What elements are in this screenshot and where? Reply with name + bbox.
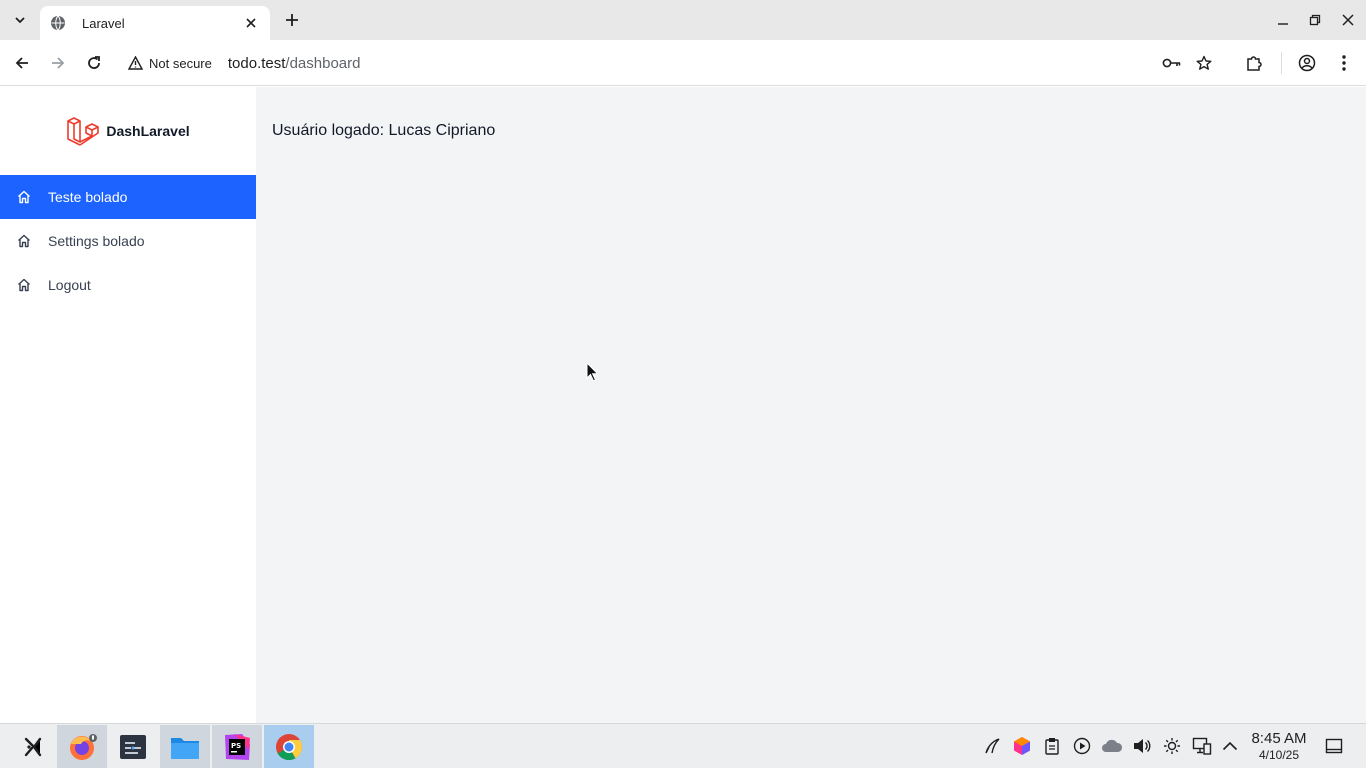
profile-button[interactable] (1293, 49, 1321, 77)
bookmark-button[interactable] (1190, 49, 1218, 77)
security-chip[interactable]: Not secure (120, 49, 220, 77)
show-desktop-icon (1325, 738, 1343, 754)
page-viewport: DashLaravel Teste bolado Settings bolado… (0, 87, 1366, 723)
tray-expand-icon[interactable] (1218, 734, 1242, 758)
star-icon (1196, 55, 1212, 70)
tray-clipboard-icon[interactable] (1040, 734, 1064, 758)
clock-date: 4/10/25 (1258, 748, 1300, 762)
plus-icon (286, 14, 298, 26)
restore-icon (1309, 14, 1321, 26)
taskbar-phpstorm[interactable]: PS (212, 725, 262, 768)
clock-time: 8:45 AM (1251, 730, 1307, 747)
phpstorm-icon: PS (225, 734, 250, 760)
close-icon (1342, 14, 1354, 26)
show-desktop-button[interactable] (1322, 734, 1346, 758)
browser-toolbar: Not secure todo.test/dashboard (0, 40, 1366, 86)
brand-name: DashLaravel (106, 123, 190, 139)
brand[interactable]: DashLaravel (0, 87, 256, 175)
chevron-down-icon (15, 17, 25, 24)
back-button[interactable] (8, 49, 36, 77)
password-key-button[interactable] (1158, 49, 1186, 77)
globe-icon (50, 15, 66, 31)
close-window-button[interactable] (1336, 8, 1360, 32)
sidebar-item-label: Logout (48, 277, 91, 293)
tray-plasma-icon[interactable] (980, 734, 1004, 758)
tray-brightness-icon[interactable] (1160, 734, 1184, 758)
tab-search-button[interactable] (6, 6, 34, 34)
taskbar-chrome[interactable] (264, 725, 314, 768)
sidebar-item-settings-bolado[interactable]: Settings bolado (0, 219, 256, 263)
taskbar: PS 8:45 AM 4/10/25 (0, 723, 1366, 768)
terminal-icon (120, 735, 146, 759)
firefox-icon (70, 734, 97, 760)
key-icon (1162, 58, 1181, 68)
chrome-icon (276, 734, 303, 761)
account-icon (1298, 54, 1316, 72)
sidebar-item-teste-bolado[interactable]: Teste bolado (0, 175, 256, 219)
logged-user-text: Usuário logado: Lucas Cipriano (272, 122, 496, 139)
puzzle-icon (1247, 56, 1262, 71)
tray-media-play-icon[interactable] (1070, 734, 1094, 758)
home-icon (16, 189, 32, 205)
tray-jetbrains-toolbox-icon[interactable] (1010, 734, 1034, 758)
minimize-icon (1278, 23, 1288, 25)
arrow-right-icon (52, 57, 65, 69)
tray-volume-icon[interactable] (1130, 734, 1154, 758)
arrow-left-icon (15, 57, 28, 69)
close-tab-icon[interactable] (242, 14, 260, 32)
sidebar: DashLaravel Teste bolado Settings bolado… (0, 87, 256, 723)
taskbar-files[interactable] (160, 725, 210, 768)
more-vertical-icon (1342, 55, 1346, 71)
address-bar[interactable]: Not secure todo.test/dashboard (120, 45, 1226, 81)
sidebar-item-logout[interactable]: Logout (0, 263, 256, 307)
taskbar-terminal[interactable] (108, 725, 158, 768)
toolbar-divider (1281, 52, 1282, 74)
mouse-cursor-icon (586, 362, 599, 382)
tab-title: Laravel (82, 15, 125, 31)
tab-strip: Laravel (0, 0, 1366, 40)
minimize-button[interactable] (1271, 8, 1295, 32)
sidebar-item-label: Teste bolado (48, 189, 128, 205)
extensions-button[interactable] (1240, 49, 1268, 77)
sidebar-item-label: Settings bolado (48, 233, 145, 249)
url-path: /dashboard (285, 54, 361, 72)
browser-tab[interactable]: Laravel (40, 6, 270, 40)
new-tab-button[interactable] (278, 6, 306, 34)
files-icon (171, 738, 199, 759)
taskbar-clock[interactable]: 8:45 AM 4/10/25 (1244, 730, 1314, 762)
launcher-icon (24, 737, 42, 757)
forward-button[interactable] (44, 49, 72, 77)
home-icon (16, 233, 32, 249)
svg-text:PS: PS (231, 742, 241, 750)
home-icon (16, 277, 32, 293)
laravel-logo-icon (66, 114, 100, 148)
tray-network-icon[interactable] (1190, 734, 1214, 758)
url-text[interactable]: todo.test/dashboard (228, 55, 361, 72)
url-host: todo.test (227, 54, 286, 72)
reload-button[interactable] (80, 49, 108, 77)
app-launcher-button[interactable] (8, 725, 58, 768)
menu-button[interactable] (1330, 49, 1358, 77)
restore-button[interactable] (1303, 8, 1327, 32)
security-label: Not secure (149, 55, 212, 71)
reload-icon (88, 56, 100, 69)
warning-icon (128, 56, 143, 70)
taskbar-firefox[interactable] (57, 725, 107, 768)
tray-cloud-icon[interactable] (1100, 734, 1124, 758)
